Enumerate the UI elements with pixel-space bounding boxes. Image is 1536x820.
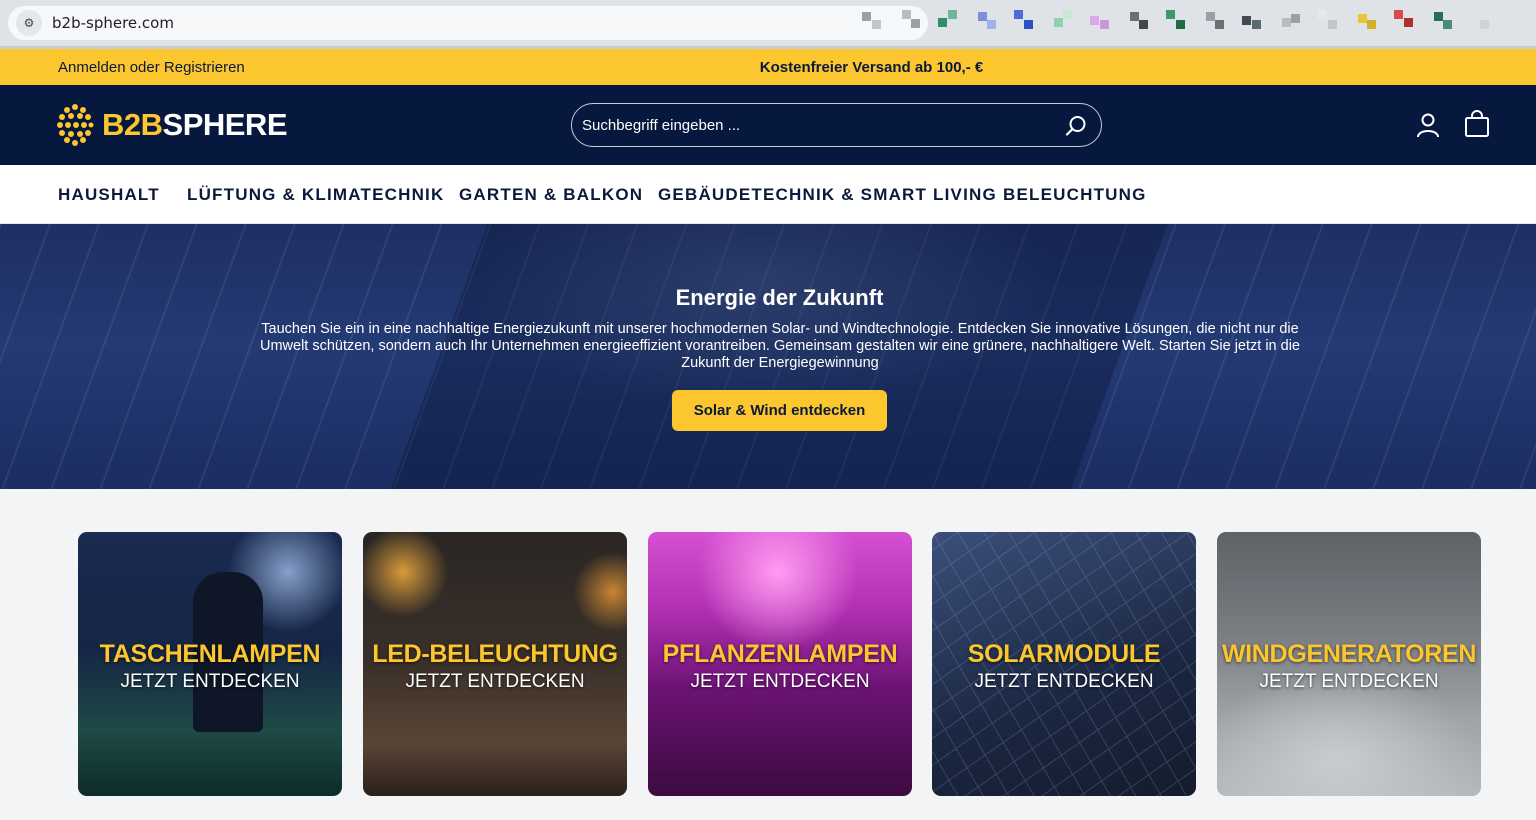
extension-icon[interactable] [900,10,922,32]
search-input[interactable] [582,116,1052,134]
address-bar[interactable]: ⚙ b2b-sphere.com [8,6,928,40]
site-logo[interactable]: B2BSPHERE [56,101,288,149]
card-title: WINDGENERATOREN [1221,640,1477,668]
card-title: SOLARMODULE [967,640,1161,668]
category-card-pflanzenlampen[interactable]: PFLANZENLAMPEN JETZT ENTDECKEN [648,532,912,796]
search-icon[interactable] [1063,113,1089,139]
hero-description: Tauchen Sie ein in eine nachhaltige Ener… [260,321,1300,371]
card-title: LED-BELEUCHTUNG [372,640,618,668]
category-card-solarmodule[interactable]: SOLARMODULE JETZT ENTDECKEN [932,532,1196,796]
extension-icon[interactable] [1052,10,1074,32]
extension-icon[interactable] [1128,10,1150,32]
nav-item-beleuchtung[interactable]: BELEUCHTUNG [1003,185,1147,205]
extension-icon[interactable] [1280,10,1302,32]
announcement-bar: Anmelden oder Registrieren Kostenfreier … [0,49,1536,85]
extension-icons [862,10,1492,32]
category-card-taschenlampen[interactable]: TASCHENLAMPEN JETZT ENTDECKEN [78,532,342,796]
extension-icon[interactable] [976,10,998,32]
main-navigation: HAUSHALT LÜFTUNG & KLIMATECHNIK GARTEN &… [0,165,1536,224]
free-shipping-text: Kostenfreier Versand ab 100,- € [759,59,984,76]
search-bar [571,103,1102,147]
card-subtitle: JETZT ENTDECKEN [1259,671,1439,692]
extension-icon[interactable] [1318,10,1340,32]
category-card-windgeneratoren[interactable]: WINDGENERATOREN JETZT ENTDECKEN [1217,532,1481,796]
site-info-icon[interactable]: ⚙ [16,10,42,36]
extension-icon[interactable] [1470,10,1492,32]
nav-item-haushalt[interactable]: HAUSHALT [58,185,160,205]
extension-icon[interactable] [1356,10,1378,32]
extension-icon[interactable] [938,10,960,32]
account-icon[interactable] [1414,111,1442,139]
nav-item-gebaeudetechnik-smart-living[interactable]: GEBÄUDETECHNIK & SMART LIVING [658,185,997,205]
category-card-led-beleuchtung[interactable]: LED-BELEUCHTUNG JETZT ENTDECKEN [363,532,627,796]
logo-wordmark: B2BSPHERE [102,107,288,143]
logo-sphere-icon [57,104,94,146]
card-title: PFLANZENLAMPEN [662,640,898,668]
card-subtitle: JETZT ENTDECKEN [690,671,870,692]
extension-icon[interactable] [1014,10,1036,32]
card-title: TASCHENLAMPEN [99,640,321,668]
nav-item-lueftung-klimatechnik[interactable]: LÜFTUNG & KLIMATECHNIK [187,185,444,205]
card-subtitle: JETZT ENTDECKEN [974,671,1154,692]
hero-title: Energie der Zukunft [675,285,884,310]
extension-icon[interactable] [1090,10,1112,32]
logo-text-accent: B2B [102,107,163,142]
extension-icon[interactable] [1242,10,1264,32]
site-header: B2BSPHERE [0,85,1536,165]
url-text[interactable]: b2b-sphere.com [52,14,174,32]
card-subtitle: JETZT ENTDECKEN [405,671,585,692]
logo-text-main: SPHERE [162,107,288,142]
extension-icon[interactable] [1166,10,1188,32]
hero-cta-button[interactable]: Solar & Wind entdecken [672,390,887,431]
shopping-bag-icon[interactable] [1463,110,1491,138]
extension-icon[interactable] [1432,10,1454,32]
extension-icon[interactable] [862,10,884,32]
nav-item-garten-balkon[interactable]: GARTEN & BALKON [459,185,643,205]
browser-toolbar: ⚙ b2b-sphere.com [0,0,1536,46]
hero-banner: Energie der Zukunft Tauchen Sie ein in e… [0,224,1536,489]
card-subtitle: JETZT ENTDECKEN [120,671,300,692]
extension-icon[interactable] [1394,10,1416,32]
extension-icon[interactable] [1204,10,1226,32]
